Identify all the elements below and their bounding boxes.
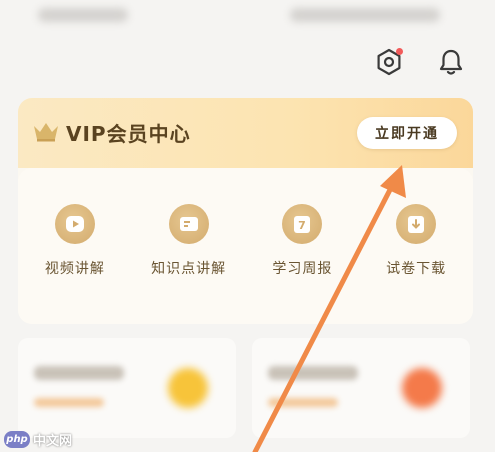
watermark: php 中文网 [4,430,72,449]
annotation-arrow [252,165,406,452]
watermark-text: 中文网 [33,434,73,449]
watermark-logo: php [4,431,30,448]
